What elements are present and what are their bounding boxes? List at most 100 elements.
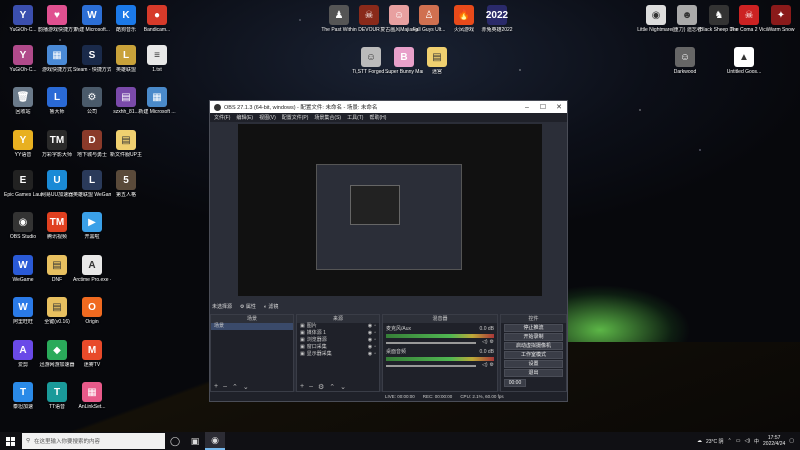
scene-item[interactable]: 场景	[211, 323, 293, 330]
network-icon[interactable]: ▭	[736, 438, 741, 444]
desktop-icon[interactable]: ◉ OBS Studio	[4, 212, 42, 240]
source-item[interactable]: ▣ 显示器采集 ◉ ▫	[297, 351, 379, 358]
desktop-icon[interactable]: ▦ 游戏快捷方式	[38, 45, 76, 73]
desktop-icon[interactable]: ≡ 1.txt	[138, 45, 176, 73]
desktop-icon[interactable]: 5 第五人格	[107, 170, 145, 198]
control-button[interactable]: 停止推流	[504, 324, 563, 332]
desktop-icon[interactable]: S Steam - 快捷方式	[73, 45, 111, 73]
move-down-icon[interactable]: ⌄	[243, 383, 249, 391]
menu-item[interactable]: 场景集合(S)	[314, 114, 341, 121]
control-button[interactable]: 开始录制	[504, 333, 563, 341]
minimize-icon[interactable]: –	[519, 104, 535, 111]
desktop-icon[interactable]: A Arctime Pro.exe - ...	[73, 255, 111, 283]
desktop-icon[interactable]: 2022 赤兔英雄2022	[478, 5, 516, 33]
desktop-icon[interactable]: ◆ 迅游网游加速器	[38, 340, 76, 368]
desktop-icon[interactable]: ⚙ 公司	[73, 87, 111, 115]
obs-taskbar-icon[interactable]: ◉	[205, 432, 225, 450]
desktop-icon[interactable]: ▲ Untitled Goos...	[725, 47, 763, 75]
notifications-icon[interactable]: ▢	[789, 438, 794, 444]
volume-icon[interactable]: ◁)	[482, 339, 488, 346]
gear-icon[interactable]: ⚙	[318, 383, 324, 391]
close-icon[interactable]: ✕	[551, 103, 567, 111]
taskbar-search-input[interactable]: ⚲ 在这里输入你要搜索的内容	[22, 433, 165, 449]
task-view-icon[interactable]: ◯	[165, 432, 185, 450]
move-up-icon[interactable]: ⌃	[329, 383, 335, 391]
desktop-icon[interactable]: T 泰坦加速	[4, 382, 42, 410]
desktop-icon[interactable]: 🗑 回收站	[4, 87, 42, 115]
menu-item[interactable]: 编辑(E)	[236, 114, 253, 121]
gear-icon[interactable]: ⚙	[490, 362, 494, 369]
eye-icon[interactable]: ◉	[368, 323, 372, 330]
desktop-icon[interactable]: Y YY语音	[4, 130, 42, 158]
desktop-icon[interactable]: ♥ 韵播游戏快捷方式	[38, 5, 76, 33]
source-item[interactable]: ▣ 窗口采集 ◉ ▫	[297, 344, 379, 351]
desktop-icon[interactable]: W 新建 Microsoft...	[73, 5, 111, 33]
eye-icon[interactable]: ◉	[368, 344, 372, 351]
source-item[interactable]: ▣ 浏览器源 ◉ ▫	[297, 337, 379, 344]
clock[interactable]: 17:57 2022/4/24	[763, 435, 785, 447]
desktop-icon[interactable]: Y YuGiOh-C...	[4, 5, 42, 33]
desktop-icon[interactable]: TM 万彩字影大师	[38, 130, 76, 158]
desktop-icon[interactable]: A 爱剪	[4, 340, 42, 368]
desktop-icon[interactable]: ☺ Darkwood	[666, 47, 704, 75]
desktop-icon[interactable]: O Origin	[73, 297, 111, 325]
eye-icon[interactable]: ◉	[368, 337, 372, 344]
ime-icon[interactable]: 中	[754, 438, 759, 445]
desktop-icon[interactable]: ▶ 开黑啦	[73, 212, 111, 240]
control-button[interactable]: 启动虚拟摄像机	[504, 342, 563, 350]
file-explorer-icon[interactable]: ▣	[185, 432, 205, 450]
desktop-icon[interactable]: ♙ Fall Guys Ult...	[410, 5, 448, 33]
lock-icon[interactable]: ▫	[374, 337, 376, 344]
add-source-icon[interactable]: +	[300, 383, 304, 390]
lock-icon[interactable]: ▫	[374, 351, 376, 358]
weather-icon[interactable]: ☁	[697, 438, 702, 444]
add-scene-icon[interactable]: +	[214, 383, 218, 390]
menu-item[interactable]: 工具(T)	[347, 114, 363, 121]
start-button[interactable]	[0, 432, 20, 450]
gear-icon[interactable]: ⚙	[490, 339, 494, 346]
desktop-icon[interactable]: ▤ DNF	[38, 255, 76, 283]
desktop-icon[interactable]: Y YuGiOh-C...	[4, 45, 42, 73]
obs-window[interactable]: OBS 27.1.3 (64-bit, windows) - 配置文件: 未命名…	[209, 100, 568, 402]
maximize-icon[interactable]: ☐	[535, 103, 551, 111]
volume-slider[interactable]	[386, 364, 476, 367]
menu-item[interactable]: 文件(F)	[214, 114, 230, 121]
eye-icon[interactable]: ◉	[368, 351, 372, 358]
tray-overflow-icon[interactable]: ⌃	[728, 438, 732, 444]
desktop-icon[interactable]: ✦ Warm Snow	[762, 5, 800, 33]
menu-item[interactable]: 帮助(H)	[369, 114, 386, 121]
filters-button[interactable]: ◐ 滤镜	[264, 303, 278, 310]
volume-icon[interactable]: ◁)	[744, 438, 750, 444]
source-item[interactable]: ▣ 媒体源 1 ◉ ▫	[297, 330, 379, 337]
desktop-icon[interactable]: ▤ 迷宫	[418, 47, 456, 75]
lock-icon[interactable]: ▫	[374, 330, 376, 337]
desktop-icon[interactable]: ● Bandicam...	[138, 5, 176, 33]
remove-scene-icon[interactable]: –	[223, 383, 227, 390]
remove-source-icon[interactable]: –	[309, 383, 313, 390]
volume-slider[interactable]	[386, 341, 476, 344]
desktop-icon[interactable]: D 地下城与勇士	[73, 130, 111, 158]
eye-icon[interactable]: ◉	[368, 330, 372, 337]
desktop-icon[interactable]: U 网易UU加速器	[38, 170, 76, 198]
control-button[interactable]: 工作室模式	[504, 351, 563, 359]
desktop-icon[interactable]: W WeGame	[4, 255, 42, 283]
obs-preview[interactable]	[238, 124, 542, 296]
desktop-icon[interactable]: ▤ 新文件服UP主	[107, 130, 145, 158]
menu-item[interactable]: 配置文件(P)	[282, 114, 309, 121]
move-up-icon[interactable]: ⌃	[232, 383, 238, 391]
desktop-icon[interactable]: ▦ 新建 Microsoft ...	[138, 87, 176, 115]
menu-item[interactable]: 视图(V)	[259, 114, 276, 121]
lock-icon[interactable]: ▫	[374, 323, 376, 330]
properties-button[interactable]: ⚙ 属性	[240, 303, 256, 310]
move-down-icon[interactable]: ⌄	[340, 383, 346, 391]
volume-icon[interactable]: ◁)	[482, 362, 488, 369]
desktop-icon[interactable]: E Epic Games Launcher	[4, 170, 42, 198]
desktop-icon[interactable]: ▤ 全键(v0.16)	[38, 297, 76, 325]
desktop-icon[interactable]: TM 腾讯视频	[38, 212, 76, 240]
source-item[interactable]: ▣ 图片 ◉ ▫	[297, 323, 379, 330]
desktop-icon[interactable]: L 鲁大师	[38, 87, 76, 115]
control-button[interactable]: 退出	[504, 369, 563, 377]
desktop-icon[interactable]: ▦ AnLinkSet...	[73, 382, 111, 410]
desktop-icon[interactable]: M 迷雾TV	[73, 340, 111, 368]
desktop-icon[interactable]: W 阿里旺旺	[4, 297, 42, 325]
